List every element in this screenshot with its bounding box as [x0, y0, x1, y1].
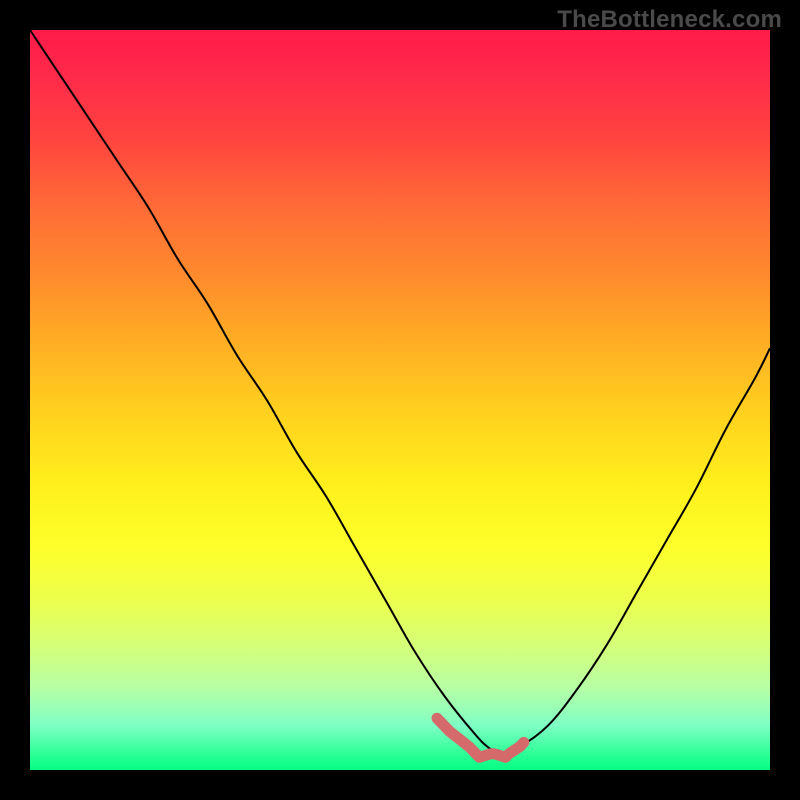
curve-layer [30, 30, 770, 770]
chart-container: TheBottleneck.com [0, 0, 800, 800]
valley-marker [437, 718, 524, 757]
plot-area [30, 30, 770, 770]
bottleneck-curve [30, 30, 770, 755]
